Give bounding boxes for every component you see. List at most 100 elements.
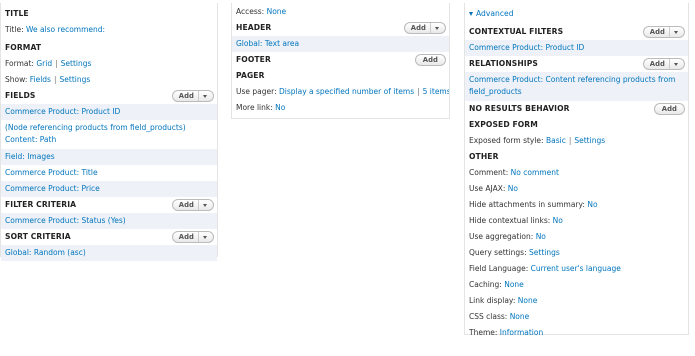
relationship-link[interactable]: Commerce Product: Content referencing pr… xyxy=(469,75,675,96)
title-value-link[interactable]: We also recommend: xyxy=(26,25,105,34)
other-setting-css-class: CSS class: None xyxy=(465,309,688,325)
other-setting-comment: Comment: No comment xyxy=(465,165,688,181)
relationships-heading-text: RELATIONSHIPS xyxy=(469,59,538,68)
setting-value-link[interactable]: No xyxy=(553,216,563,225)
title-label: Title: xyxy=(5,25,24,34)
exposed-settings-link[interactable]: Settings xyxy=(574,136,605,145)
other-setting-query: Query settings: Settings xyxy=(465,245,688,261)
setting-value-link[interactable]: None xyxy=(504,280,524,289)
field-item[interactable]: Commerce Product: Price xyxy=(1,181,217,197)
setting-label: Comment: xyxy=(469,168,509,177)
more-link-value[interactable]: No xyxy=(275,103,285,112)
relationships-section-heading: RELATIONSHIPS Add xyxy=(465,56,688,72)
setting-value-link[interactable]: No xyxy=(508,184,518,193)
header-item[interactable]: Global: Text area xyxy=(232,36,449,52)
dropdown-caret-icon[interactable] xyxy=(198,232,207,242)
setting-value-link[interactable]: None xyxy=(510,312,530,321)
other-setting-aggregation: Use aggregation: No xyxy=(465,229,688,245)
add-button-label: Add xyxy=(178,201,194,209)
sort-item[interactable]: Global: Random (asc) xyxy=(1,245,217,261)
field-link[interactable]: (Node referencing products from field_pr… xyxy=(5,123,186,144)
show-value-link[interactable]: Fields xyxy=(30,75,51,84)
relationship-item[interactable]: Commerce Product: Content referencing pr… xyxy=(465,72,688,101)
setting-value-link[interactable]: No xyxy=(587,200,597,209)
setting-value-link[interactable]: None xyxy=(518,296,538,305)
contextual-item[interactable]: Commerce Product: Product ID xyxy=(465,40,688,56)
separator: | xyxy=(53,75,57,84)
footer-add-button[interactable]: Add xyxy=(414,54,446,66)
dropdown-caret-icon[interactable] xyxy=(669,59,678,69)
exposed-label: Exposed form style: xyxy=(469,136,544,145)
field-link[interactable]: Field: Images xyxy=(5,152,55,161)
field-link[interactable]: Commerce Product: Title xyxy=(5,168,98,177)
add-button-label: Add xyxy=(410,24,426,32)
column-second: Access: None HEADER Add Global: Text are… xyxy=(231,3,450,119)
setting-label: CSS class: xyxy=(469,312,508,321)
setting-label: Use AJAX: xyxy=(469,184,506,193)
contextual-link[interactable]: Commerce Product: Product ID xyxy=(469,43,584,52)
title-section-heading: TITLE xyxy=(5,9,29,18)
exposed-section-heading: EXPOSED FORM xyxy=(469,120,538,129)
separator: | xyxy=(417,87,420,96)
setting-value-link[interactable]: Current user's language xyxy=(531,264,621,273)
add-button-label: Add xyxy=(178,92,194,100)
setting-label: Theme: xyxy=(469,328,498,337)
header-item-link[interactable]: Global: Text area xyxy=(236,39,299,48)
filter-heading-text: FILTER CRITERIA xyxy=(5,200,77,209)
other-setting-caching: Caching: None xyxy=(465,277,688,293)
footer-heading-text: FOOTER xyxy=(236,55,271,64)
filter-link[interactable]: Commerce Product: Status (Yes) xyxy=(5,216,126,225)
sort-section-heading: SORT CRITERIA Add xyxy=(1,229,217,245)
other-setting-hide-contextual: Hide contextual links: No xyxy=(465,213,688,229)
format-label: Format: xyxy=(5,59,34,68)
format-settings-link[interactable]: Settings xyxy=(61,59,92,68)
exposed-value-link[interactable]: Basic xyxy=(546,136,566,145)
no-results-add-button[interactable]: Add xyxy=(653,103,685,115)
setting-value-link[interactable]: No xyxy=(536,232,546,241)
contextual-section-heading: CONTEXTUAL FILTERS Add xyxy=(465,24,688,40)
filter-add-button[interactable]: Add xyxy=(171,199,214,211)
other-setting-ajax: Use AJAX: No xyxy=(465,181,688,197)
setting-label: Caching: xyxy=(469,280,502,289)
advanced-toggle[interactable]: Advanced xyxy=(465,6,688,22)
field-link[interactable]: Commerce Product: Price xyxy=(5,184,100,193)
no-results-section-heading: NO RESULTS BEHAVIOR Add xyxy=(465,101,688,117)
filter-item[interactable]: Commerce Product: Status (Yes) xyxy=(1,213,217,229)
fields-add-button[interactable]: Add xyxy=(171,90,214,102)
access-setting: Access: None xyxy=(232,4,449,20)
setting-label: Link display: xyxy=(469,296,516,305)
fields-heading-text: FIELDS xyxy=(5,91,36,100)
format-value-link[interactable]: Grid xyxy=(36,59,52,68)
header-add-button[interactable]: Add xyxy=(403,22,446,34)
setting-label: Field Language: xyxy=(469,264,529,273)
relationships-add-button[interactable]: Add xyxy=(642,58,685,70)
filter-section-heading: FILTER CRITERIA Add xyxy=(1,197,217,213)
sort-add-button[interactable]: Add xyxy=(171,231,214,243)
field-item[interactable]: Field: Images xyxy=(1,149,217,165)
show-settings-link[interactable]: Settings xyxy=(60,75,91,84)
field-item[interactable]: (Node referencing products from field_pr… xyxy=(1,120,217,149)
dropdown-caret-icon[interactable] xyxy=(669,27,678,37)
advanced-label: Advanced xyxy=(476,9,514,18)
add-button-label: Add xyxy=(178,233,194,241)
pager-section-heading: PAGER xyxy=(236,71,265,80)
fields-section-heading: FIELDS Add xyxy=(1,88,217,104)
sort-link[interactable]: Global: Random (asc) xyxy=(5,248,86,257)
advanced-link[interactable]: Advanced xyxy=(469,6,688,22)
setting-value-link[interactable]: Settings xyxy=(529,248,560,257)
contextual-add-button[interactable]: Add xyxy=(642,26,685,38)
setting-value-link[interactable]: Information xyxy=(500,328,543,337)
pager-items-link[interactable]: 5 items xyxy=(423,87,449,96)
dropdown-caret-icon[interactable] xyxy=(198,200,207,210)
dropdown-caret-icon[interactable] xyxy=(430,23,439,33)
field-link[interactable]: Commerce Product: Product ID xyxy=(5,107,120,116)
show-setting: Show: Fields | Settings xyxy=(1,72,217,88)
field-item[interactable]: Commerce Product: Product ID xyxy=(1,104,217,120)
column-first: TITLE Title: We also recommend: FORMAT F… xyxy=(0,3,218,261)
field-item[interactable]: Commerce Product: Title xyxy=(1,165,217,181)
dropdown-caret-icon[interactable] xyxy=(198,91,207,101)
other-setting-field-language: Field Language: Current user's language xyxy=(465,261,688,277)
setting-value-link[interactable]: No comment xyxy=(511,168,559,177)
access-value-link[interactable]: None xyxy=(267,7,287,16)
pager-value-link[interactable]: Display a specified number of items xyxy=(279,87,414,96)
